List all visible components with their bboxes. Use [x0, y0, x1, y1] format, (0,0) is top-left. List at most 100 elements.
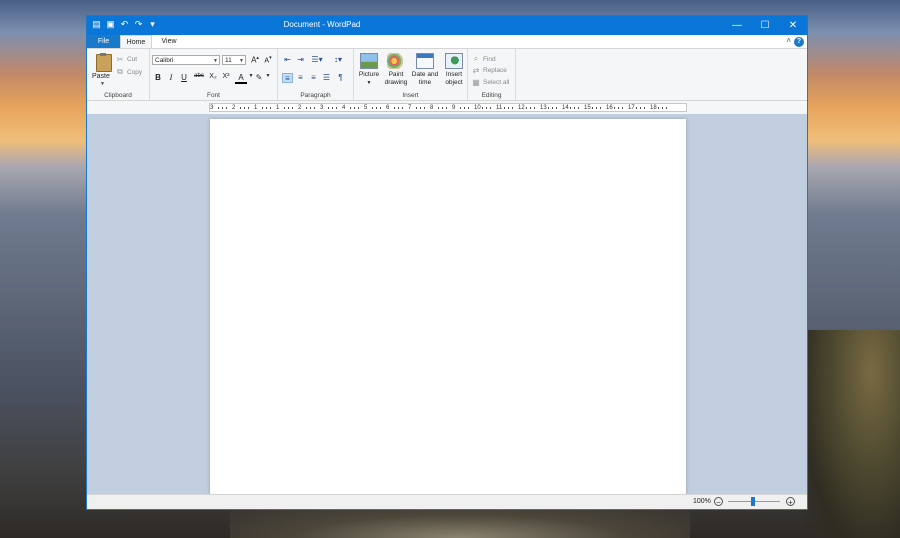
- select-all-button[interactable]: ▦ Select all: [472, 78, 509, 87]
- font-family-select[interactable]: Calibri ▼: [152, 55, 220, 65]
- zoom-slider-thumb[interactable]: [751, 497, 755, 506]
- ruler-label: 5: [364, 105, 368, 111]
- line-spacing-icon[interactable]: ↕▾: [330, 55, 346, 65]
- ruler-tick: [526, 107, 527, 109]
- title-bar: ▤ ▣ ↶ ↷ ▾ Document - WordPad — ☐ ✕: [87, 16, 807, 35]
- increase-indent-icon[interactable]: ⇥: [295, 55, 306, 65]
- align-left-icon[interactable]: ≡: [282, 73, 293, 83]
- underline-button[interactable]: U: [178, 73, 190, 82]
- tab-file[interactable]: File: [87, 35, 120, 48]
- clipboard-icon[interactable]: [96, 53, 112, 72]
- close-button[interactable]: ✕: [779, 16, 807, 35]
- editing-group: ⌕ Find ⇄ Replace ▦ Select all Editing: [468, 49, 516, 101]
- ruler-tick: [640, 107, 641, 109]
- ruler-tick: [596, 107, 597, 109]
- copy-icon: ⧉: [117, 67, 123, 76]
- paste-button[interactable]: Paste: [92, 73, 110, 80]
- ruler-tick: [376, 107, 377, 109]
- grow-font-button[interactable]: A▴: [250, 55, 260, 65]
- shrink-font-button[interactable]: A▾: [263, 55, 273, 64]
- tab-view[interactable]: View: [153, 35, 185, 48]
- date-label-line1: Date and: [411, 71, 439, 78]
- chevron-down-icon: ▼: [213, 58, 218, 64]
- ruler-tick: [618, 107, 619, 109]
- ruler-label: 18: [650, 105, 657, 111]
- tab-home[interactable]: Home: [120, 35, 152, 48]
- ruler-label: 2: [298, 105, 302, 111]
- select-all-label: Select all: [483, 79, 510, 86]
- zoom-out-button[interactable]: −: [714, 497, 723, 507]
- chevron-up-icon[interactable]: ˄: [786, 36, 791, 45]
- ruler-tick: [288, 107, 289, 109]
- ruler-strip[interactable]: 3 2 1 1 2 3 4 5 6 7 8 9 10 11 12 13 14 15 16 17 18: [209, 103, 687, 112]
- ruler-label: 15: [584, 105, 591, 111]
- ruler-tick: [314, 107, 315, 109]
- ruler-label: 14: [562, 105, 569, 111]
- ruler-tick: [556, 107, 557, 109]
- font-group: Calibri ▼ 11 ▼ A▴ A▾ B I U abc X₂ X² A ▼ ✎…: [150, 49, 278, 101]
- superscript-button[interactable]: X²: [220, 73, 232, 80]
- minimize-button[interactable]: —: [723, 16, 751, 35]
- replace-button[interactable]: ⇄ Replace: [472, 66, 507, 75]
- subscript-button[interactable]: X₂: [207, 73, 219, 80]
- justify-icon[interactable]: ☰: [321, 73, 332, 83]
- cut-button[interactable]: ✂ Cut: [116, 55, 137, 64]
- strikethrough-button[interactable]: abc: [192, 73, 206, 79]
- insert-group-label: Insert: [402, 92, 419, 99]
- picture-button[interactable]: Picture ▼: [355, 53, 383, 87]
- ruler-tick: [424, 107, 425, 109]
- ruler-tick: [592, 107, 593, 109]
- chevron-down-icon: ▼: [239, 58, 244, 64]
- ruler-tick: [420, 107, 421, 109]
- copy-button[interactable]: ⧉ Copy: [116, 67, 142, 77]
- insert-object-button[interactable]: Insert object: [440, 53, 468, 86]
- help-icon[interactable]: ?: [794, 37, 804, 47]
- ruler-label: 13: [540, 105, 547, 111]
- ruler-tick: [574, 107, 575, 109]
- italic-button[interactable]: I: [165, 73, 177, 82]
- cut-label: Cut: [127, 56, 138, 63]
- ruler-tick: [336, 107, 337, 109]
- ruler-tick: [530, 107, 531, 109]
- ruler-tick: [446, 107, 447, 109]
- ruler-tick: [270, 107, 271, 109]
- ruler-label: 1: [254, 105, 258, 111]
- scissors-icon: ✂: [116, 55, 124, 64]
- paste-dropdown-icon[interactable]: ▼: [100, 81, 105, 87]
- bold-button[interactable]: B: [152, 73, 164, 82]
- find-button[interactable]: ⌕ Find: [472, 54, 496, 64]
- ruler-tick: [248, 107, 249, 109]
- date-time-button[interactable]: Date and time: [410, 53, 440, 86]
- ruler-tick: [266, 107, 267, 109]
- calendar-clock-icon: [416, 53, 434, 69]
- picture-label: Picture: [358, 71, 380, 78]
- paint-drawing-button[interactable]: Paint drawing: [382, 53, 410, 86]
- ruler-label: 16: [606, 105, 613, 111]
- zoom-in-button[interactable]: +: [786, 497, 795, 507]
- ruler-tick: [438, 107, 439, 109]
- maximize-button[interactable]: ☐: [751, 16, 779, 35]
- ruler-tick: [504, 107, 505, 109]
- ruler-tick: [332, 107, 333, 109]
- paint-label-line2: drawing: [384, 78, 408, 86]
- ruler-tick: [548, 107, 549, 109]
- paint-label-line1: Paint: [388, 71, 404, 78]
- paragraph-settings-icon[interactable]: ¶: [335, 73, 346, 83]
- bullet-list-icon[interactable]: ☰▾: [309, 55, 325, 65]
- ruler-tick: [464, 107, 465, 109]
- ruler-tick: [292, 107, 293, 109]
- ruler-tick: [552, 107, 553, 109]
- ruler-label: 6: [386, 105, 390, 111]
- ruler-tick: [380, 107, 381, 109]
- document-page[interactable]: [210, 119, 686, 499]
- align-center-icon[interactable]: ≡: [295, 73, 306, 83]
- ruler-tick: [570, 107, 571, 109]
- ruler-tick: [240, 107, 241, 109]
- decrease-indent-icon[interactable]: ⇤: [282, 55, 293, 65]
- font-size-select[interactable]: 11 ▼: [222, 55, 246, 65]
- highlight-dropdown-icon[interactable]: ▼: [262, 73, 274, 79]
- align-right-icon[interactable]: ≡: [308, 73, 319, 83]
- ruler-tick: [310, 107, 311, 109]
- ruler-tick: [662, 107, 663, 109]
- ruler-tick: [394, 107, 395, 109]
